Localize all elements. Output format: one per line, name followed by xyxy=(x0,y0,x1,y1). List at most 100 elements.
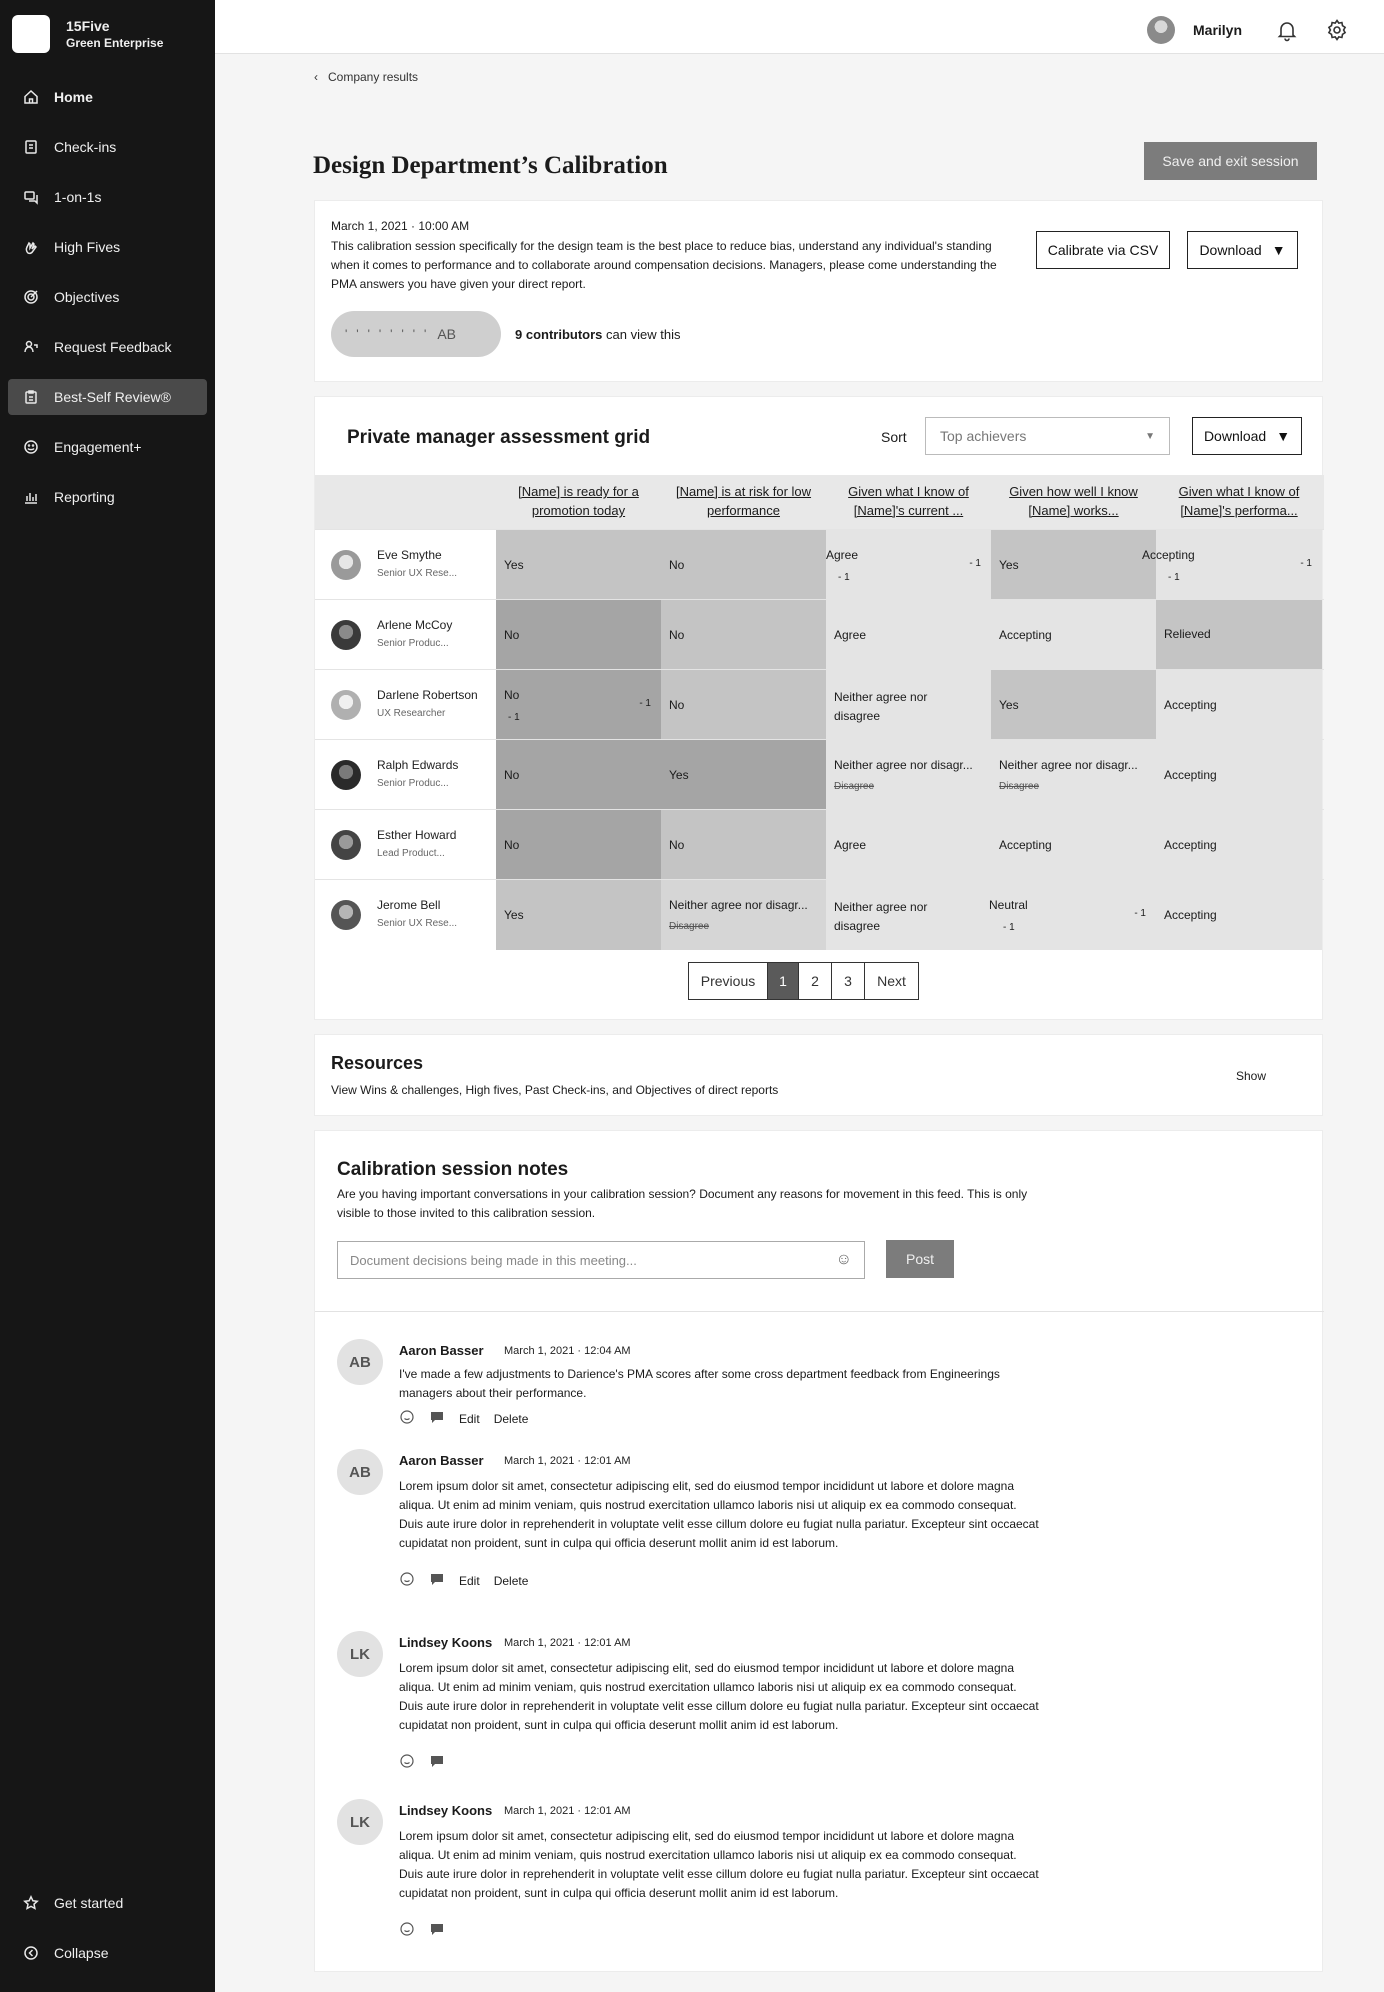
contributor-avatars[interactable]: '''''''' AB xyxy=(331,311,501,357)
grid-cell[interactable]: Neither agree nor disagr... Disagree xyxy=(991,740,1156,810)
edit-button[interactable]: Edit xyxy=(459,1412,480,1426)
person-cell[interactable]: Ralph Edwards Senior Produc... xyxy=(315,740,496,810)
resources-card: Resources View Wins & challenges, High f… xyxy=(314,1034,1323,1116)
grid-cell[interactable]: Accepting xyxy=(991,810,1156,880)
column-header[interactable]: Given what I know of [Name]'s performa..… xyxy=(1156,475,1322,529)
grid-cell[interactable]: Neither agree nor disagr... Disagree xyxy=(661,880,826,950)
sidebar-item-collapse[interactable]: Collapse xyxy=(8,1935,207,1971)
cell-value: Accepting xyxy=(1164,698,1217,712)
person-cell[interactable]: Jerome Bell Senior UX Rese... xyxy=(315,880,496,950)
user-name[interactable]: Marilyn xyxy=(1193,22,1242,38)
grid-cell[interactable]: Accepting xyxy=(991,600,1156,670)
cell-delta: - 1 xyxy=(1134,908,1146,919)
delete-button[interactable]: Delete xyxy=(494,1412,529,1426)
reply-icon[interactable] xyxy=(429,1571,445,1590)
cell-delta: - 1 xyxy=(838,572,850,583)
pagination-page[interactable]: 1 xyxy=(768,963,799,999)
bell-icon[interactable] xyxy=(1275,18,1299,42)
grid-cell[interactable]: Accepting xyxy=(1156,670,1322,740)
save-exit-button[interactable]: Save and exit session xyxy=(1144,142,1317,180)
grid-cell[interactable]: No xyxy=(661,530,826,600)
grid-cell[interactable]: Agree xyxy=(826,810,991,880)
cell-previous-value: Disagree xyxy=(834,781,875,792)
brand-name: 15Five xyxy=(66,18,110,34)
calibrate-csv-button[interactable]: Calibrate via CSV xyxy=(1036,231,1170,269)
grid-cell[interactable]: Accepting xyxy=(1156,740,1322,810)
column-header[interactable]: [Name] is at risk for low performance xyxy=(661,475,826,529)
grid-cell[interactable]: Neutral - 1 - 1 xyxy=(989,880,1156,950)
download-button[interactable]: Download ▼ xyxy=(1187,231,1298,269)
grid-cell[interactable]: Accepting xyxy=(1156,810,1322,880)
grid-cell[interactable]: Accepting xyxy=(1156,880,1322,950)
pagination-page[interactable]: 3 xyxy=(832,963,865,999)
comment-time: March 1, 2021 · 12:01 AM xyxy=(504,1637,631,1649)
gear-icon[interactable] xyxy=(1325,18,1349,42)
caret-down-icon: ▼ xyxy=(1145,430,1155,442)
person-cell[interactable]: Arlene McCoy Senior Produc... xyxy=(315,600,496,670)
comment-author: Lindsey Koons xyxy=(399,1803,493,1818)
grid-cell[interactable]: No xyxy=(496,740,661,810)
grid-cell[interactable]: Yes xyxy=(496,530,661,600)
grid-cell[interactable]: Relieved xyxy=(1156,600,1322,670)
grid-cell[interactable]: Neither agree nor disagree xyxy=(826,880,991,950)
person-cell[interactable]: Esther Howard Lead Product... xyxy=(315,810,496,880)
resources-show-toggle[interactable]: Show xyxy=(1236,1069,1266,1083)
sidebar-item-best-self-review[interactable]: Best-Self Review® xyxy=(8,379,207,415)
reaction-icon[interactable] xyxy=(399,1753,415,1772)
sidebar-item-request-feedback[interactable]: Request Feedback xyxy=(8,329,207,365)
grid-cell[interactable]: Yes xyxy=(661,740,826,810)
person-cell[interactable]: Eve Smythe Senior UX Rese... xyxy=(315,530,496,600)
grid-cell[interactable]: No xyxy=(661,810,826,880)
reply-icon[interactable] xyxy=(429,1753,445,1772)
grid-cell[interactable]: No xyxy=(496,810,661,880)
delete-button[interactable]: Delete xyxy=(494,1574,529,1588)
person-cell[interactable]: Darlene Robertson UX Researcher xyxy=(315,670,496,740)
grid-cell[interactable]: No xyxy=(496,600,661,670)
grid-download-button[interactable]: Download ▼ xyxy=(1192,417,1302,455)
sidebar-item-1-on-1s[interactable]: 1-on-1s xyxy=(8,179,207,215)
sidebar-item-check-ins[interactable]: Check-ins xyxy=(8,129,207,165)
reaction-icon[interactable] xyxy=(399,1571,415,1590)
grid-cell[interactable]: Agree - 1 - 1 xyxy=(826,530,991,600)
post-button[interactable]: Post xyxy=(886,1240,954,1278)
grid-cell[interactable]: No xyxy=(661,600,826,670)
reaction-icon[interactable] xyxy=(399,1409,415,1428)
sort-select[interactable]: Top achievers ▼ xyxy=(925,417,1170,455)
edit-button[interactable]: Edit xyxy=(459,1574,480,1588)
grid-cell[interactable]: Agree xyxy=(826,600,991,670)
grid-cell[interactable]: Accepting - 1 - 1 xyxy=(1142,530,1322,600)
cell-value: No xyxy=(669,558,685,572)
sidebar-item-home[interactable]: Home xyxy=(8,79,207,115)
cell-value: Neither agree nor disagree xyxy=(834,900,928,933)
reply-icon[interactable] xyxy=(429,1409,445,1428)
reply-icon[interactable] xyxy=(429,1921,445,1940)
sidebar-item-objectives[interactable]: Objectives xyxy=(8,279,207,315)
grid-cell[interactable]: Neither agree nor disagr... Disagree xyxy=(826,740,991,810)
pagination-page[interactable]: 2 xyxy=(799,963,832,999)
cell-value: Neutral xyxy=(989,898,1028,912)
grid-cell[interactable]: Yes xyxy=(991,530,1156,600)
grid-cell[interactable]: Yes xyxy=(496,880,661,950)
breadcrumb[interactable]: ‹ Company results xyxy=(314,70,418,84)
notes-input[interactable]: Document decisions being made in this me… xyxy=(337,1241,865,1279)
pagination-previous[interactable]: Previous xyxy=(689,963,768,999)
grid-cell[interactable]: No - 1 - 1 xyxy=(496,670,661,740)
column-header[interactable]: Given what I know of [Name]'s current ..… xyxy=(826,475,991,529)
sidebar-item-high-fives[interactable]: High Fives xyxy=(8,229,207,265)
user-avatar[interactable] xyxy=(1147,16,1175,44)
pagination-next[interactable]: Next xyxy=(865,963,918,999)
emoji-icon[interactable]: ☺ xyxy=(836,1251,852,1269)
review-icon xyxy=(22,388,40,406)
grid-cell[interactable]: No xyxy=(661,670,826,740)
reaction-icon[interactable] xyxy=(399,1921,415,1940)
cell-delta: - 1 xyxy=(639,698,651,709)
comment-avatar: LK xyxy=(337,1631,383,1677)
comment: LK Lindsey Koons March 1, 2021 · 12:01 A… xyxy=(337,1799,1057,1959)
grid-cell[interactable]: Neither agree nor disagree xyxy=(826,670,991,740)
grid-cell[interactable]: Yes xyxy=(991,670,1156,740)
sidebar-item-engagement[interactable]: Engagement+ xyxy=(8,429,207,465)
column-header[interactable]: Given how well I know [Name] works... xyxy=(991,475,1156,529)
sidebar-item-reporting[interactable]: Reporting xyxy=(8,479,207,515)
sidebar-item-get-started[interactable]: Get started xyxy=(8,1885,207,1921)
column-header[interactable]: [Name] is ready for a promotion today xyxy=(496,475,661,529)
